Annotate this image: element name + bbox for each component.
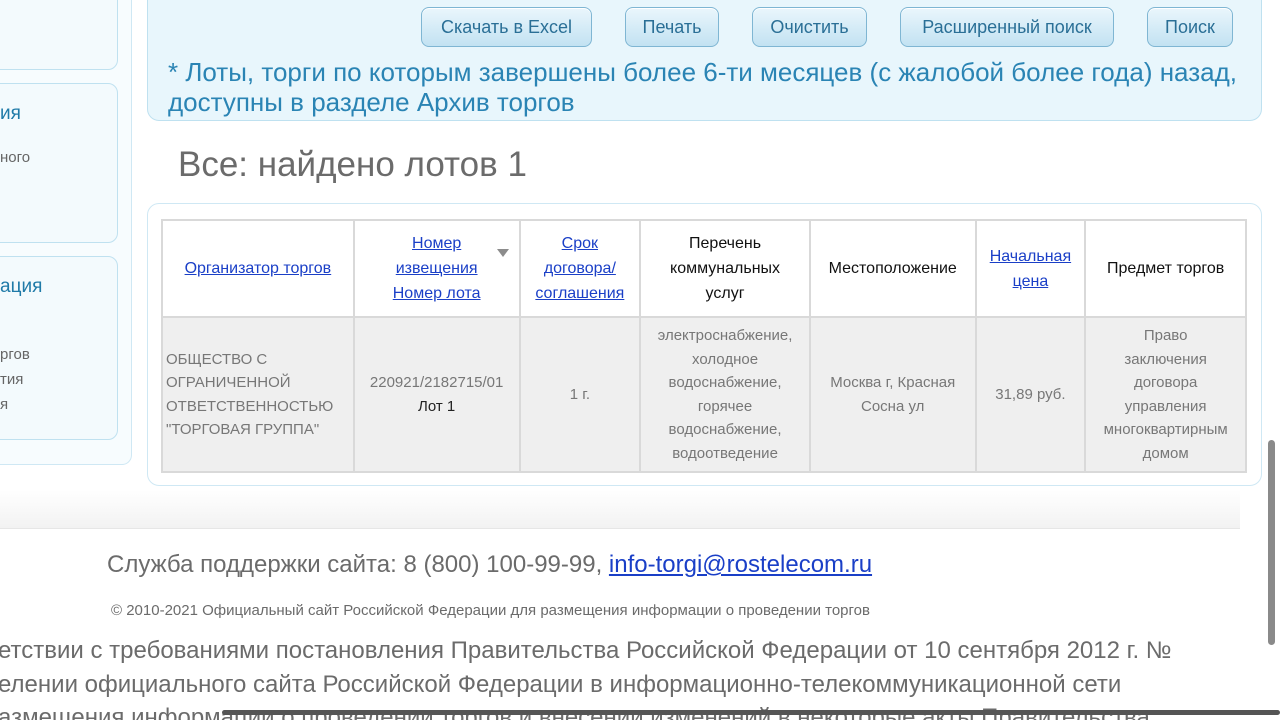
cell-org-line-4: "ТОРГОВАЯ ГРУППА" [166,421,320,438]
cell-services-line-3: водоснабжение, [668,374,782,391]
cell-subject: Право заключения договора управления мно… [1084,316,1247,473]
cell-notice-number: 220921/2182715/01 Лот 1 [352,316,521,473]
cell-services-line-4: горячее [697,397,753,415]
header-utility-services: Перечень коммунальных услуг [639,219,811,318]
header-subject: Предмет торгов [1084,219,1247,318]
header-notice-number: Номер извещения Номер лота [352,219,521,318]
support-email-link[interactable]: info-torgi@rostelecom.ru [609,551,872,578]
header-start-price: Начальная цена [974,219,1087,318]
clear-button[interactable]: Очистить [752,7,867,47]
sidebar-box-2-title[interactable]: ия [0,103,21,125]
support-line: Служба поддержки сайта: 8 (800) 100-99-9… [107,551,872,579]
header-term-line-3: соглашения [535,285,625,302]
cell-subject-line-3: договора [1133,374,1198,391]
header-organizer: Организатор торгов [161,219,355,318]
header-contract-term: Срок договора/соглашения [518,219,642,318]
header-term-line-1: Срок [561,235,599,252]
cell-subject-line-4: управления [1124,397,1207,415]
archive-note: * Лоты, торги по которым завершены более… [168,57,1237,117]
cell-organizer: ОБЩЕСТВО С ОГРАНИЧЕННОЙ ОТВЕТСТВЕННОСТЬЮ… [161,316,355,473]
sidebar-box-3-line-1: ргов [0,346,30,363]
header-notice-line-3: Номер лота [392,285,481,302]
results-table: Организатор торгов Номер извещения Номер л… [161,219,1247,473]
cell-location-line-2: Сосна ул [861,397,925,415]
cell-utility-services: электроснабжение, холодное водоснабжение… [639,316,811,473]
sidebar-box-3-line-2: тия [0,371,24,388]
page: ия ного ация ргов тия я Скачать в Excel … [0,0,1280,720]
header-notice-line-2: извещения [395,260,478,277]
cell-services-line-2: холодное [692,350,759,368]
cell-lot-value[interactable]: Лот 1 [418,398,455,415]
search-button[interactable]: Поиск [1147,7,1233,47]
sidebar-box-3-title[interactable]: ация [0,276,42,298]
header-notice-line-1: Номер [412,235,462,252]
cell-subject-line-2: заключения [1124,350,1207,368]
legal-text-line-2: елении официального сайта Российской Фед… [0,671,1122,698]
download-excel-button[interactable]: Скачать в Excel [421,7,592,47]
sort-start-price-link[interactable]: Начальная цена [990,248,1071,290]
cell-org-line-2: ОГРАНИЧЕННОЙ [166,374,291,391]
cell-services-line-5: водоснабжение, [668,421,782,438]
sort-desc-icon [496,249,509,257]
table-header-row: Организатор торгов Номер извещения Номер л… [161,219,1247,318]
vertical-scrollbar[interactable] [1268,440,1275,645]
legal-text-line-1: етствии с требованиями постановления Пра… [0,637,1172,664]
copyright-text: © 2010-2021 Официальный сайт Российской … [111,602,870,619]
sort-organizer-link[interactable]: Организатор торгов [185,260,332,277]
advanced-search-button[interactable]: Расширенный поиск [900,7,1114,47]
results-count-title: Все: найдено лотов 1 [178,145,527,184]
cell-services-line-6: водоотведение [672,444,778,462]
cell-subject-line-6: домом [1142,444,1189,462]
cell-subject-line-5: многоквартирным [1103,421,1228,438]
header-services-line-3: услуг [705,285,745,302]
horizontal-scrollbar[interactable] [222,710,1280,715]
footer-divider [0,490,1240,529]
header-price-line-1: Начальная [989,247,1072,265]
cell-location: Москва г, Красная Сосна ул [808,316,977,473]
cell-location-line-1: Москва г, Красная [830,374,956,391]
sidebar-box-1[interactable] [0,0,118,70]
header-location: Местоположение [808,219,977,318]
header-services-line-2: коммунальных [670,260,781,277]
cell-services-line-1: электроснабжение, [657,327,793,344]
cell-org-line-3: ОТВЕТСТВЕННОСТЬЮ [166,397,334,415]
support-phone-text: Служба поддержки сайта: 8 (800) 100-99-9… [107,551,609,578]
sidebar-box-2-subtitle: ного [0,149,31,166]
header-services-line-1: Перечень [689,235,762,252]
cell-contract-term: 1 г. [518,316,642,473]
sort-contract-term-link[interactable]: Срок договора/соглашения [535,235,624,302]
table-row[interactable]: ОБЩЕСТВО С ОГРАНИЧЕННОЙ ОТВЕТСТВЕННОСТЬЮ… [161,316,1247,473]
sidebar-box-3-line-3: я [0,396,9,413]
header-price-line-2: цена [1012,272,1049,290]
cell-subject-line-1: Право [1143,327,1188,344]
sort-notice-number-link[interactable]: Номер извещения Номер лота [393,235,481,302]
cell-org-line-1: ОБЩЕСТВО С [166,350,268,368]
cell-start-price: 31,89 руб. [974,316,1087,473]
cell-notice-value[interactable]: 220921/2182715/01 [370,374,503,391]
print-button[interactable]: Печать [625,7,719,47]
header-term-line-2: договора/ [543,260,616,277]
